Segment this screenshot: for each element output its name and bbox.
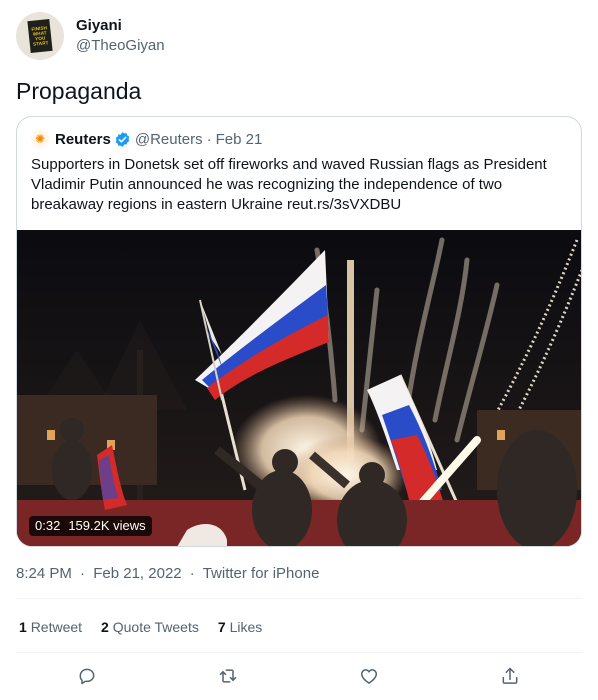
divider — [16, 598, 582, 599]
separator-dot: · — [80, 565, 86, 582]
reuters-logo-icon: ✺ — [31, 130, 49, 148]
tweet-actions — [0, 662, 598, 692]
avatar[interactable]: FINISH WHAT YOU START — [16, 12, 64, 60]
stat-count: 7 — [217, 619, 226, 635]
retweet-button[interactable] — [214, 662, 242, 690]
tweet-stats: 1 Retweet 2 Quote Tweets 7 Likes — [19, 617, 281, 637]
reply-button[interactable] — [73, 662, 101, 690]
video-player[interactable]: 0:32 159.2K views — [17, 230, 581, 546]
divider — [16, 652, 582, 653]
tweet-source[interactable]: Twitter for iPhone — [203, 565, 320, 582]
separator-dot: · — [206, 130, 212, 148]
author-handle[interactable]: @TheoGiyan — [76, 36, 165, 56]
stat-label: Retweet — [30, 619, 83, 635]
quoted-tweet-text: Supporters in Donetsk set off fireworks … — [31, 156, 547, 213]
stat-count: 2 — [101, 619, 109, 635]
tweet-text: Propaganda — [16, 78, 142, 104]
share-button[interactable] — [496, 662, 524, 690]
retweet-icon — [219, 669, 237, 683]
quoted-date: Feb 21 — [215, 130, 263, 148]
tweet-time[interactable]: 8:24 PM — [16, 565, 72, 582]
quoted-tweet-header: ✺ Reuters @Reuters · Feb 21 — [31, 129, 262, 149]
share-icon — [502, 667, 518, 684]
like-button[interactable] — [355, 662, 383, 690]
separator-dot: · — [189, 565, 195, 582]
quoted-author-handle: @Reuters — [134, 130, 203, 148]
video-stats-badge: 0:32 159.2K views — [29, 516, 152, 536]
verified-badge-icon — [115, 131, 130, 147]
quote-tweets-count-link[interactable]: 2 Quote Tweets — [101, 617, 199, 637]
stat-count: 1 — [19, 619, 27, 635]
author-display-name[interactable]: Giyani — [76, 16, 165, 36]
tweet-timestamp: 8:24 PM · Feb 21, 2022 · Twitter for iPh… — [16, 564, 323, 584]
video-duration: 0:32 — [35, 518, 61, 533]
retweet-count-link[interactable]: 1 Retweet — [19, 617, 82, 637]
tweet-author[interactable]: FINISH WHAT YOU START Giyani @TheoGiyan — [16, 12, 165, 60]
like-icon — [360, 669, 378, 684]
stat-label: Likes — [229, 619, 263, 635]
avatar-book-image: FINISH WHAT YOU START — [27, 18, 53, 54]
quoted-tweet[interactable]: ✺ Reuters @Reuters · Feb 21 Supporters i… — [16, 116, 582, 547]
likes-count-link[interactable]: 7 Likes — [218, 617, 262, 637]
reply-icon — [79, 668, 95, 685]
video-frame-image — [17, 230, 581, 546]
avatar-book-text: START — [32, 40, 49, 47]
stat-label: Quote Tweets — [112, 619, 199, 635]
quoted-author-name: Reuters — [55, 130, 111, 148]
video-views: 159.2K views — [68, 518, 146, 533]
tweet-date[interactable]: Feb 21, 2022 — [93, 565, 181, 582]
